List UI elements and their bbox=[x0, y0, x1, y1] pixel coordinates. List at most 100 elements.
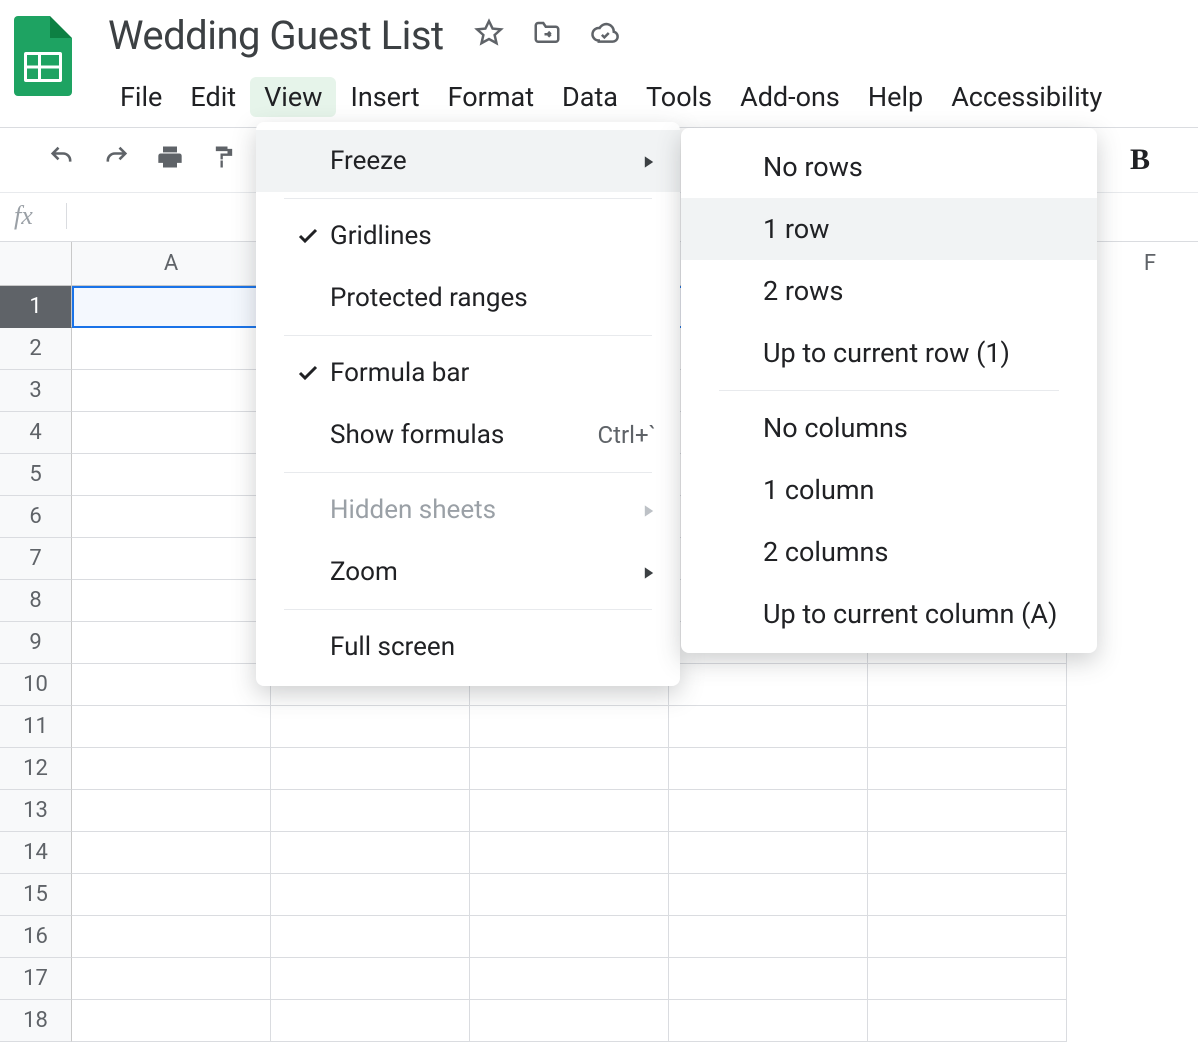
star-icon[interactable] bbox=[474, 18, 504, 54]
cell[interactable] bbox=[470, 832, 669, 874]
menu-data[interactable]: Data bbox=[548, 77, 632, 117]
cell[interactable] bbox=[470, 916, 669, 958]
cell[interactable] bbox=[271, 1000, 470, 1042]
cell[interactable] bbox=[72, 664, 271, 706]
freeze-item-1-column[interactable]: 1 column bbox=[681, 459, 1097, 521]
cell[interactable] bbox=[72, 706, 271, 748]
cell[interactable] bbox=[868, 832, 1067, 874]
cell[interactable] bbox=[72, 370, 271, 412]
row-header-10[interactable]: 10 bbox=[0, 664, 72, 706]
row-header-6[interactable]: 6 bbox=[0, 496, 72, 538]
view-item-show-formulas[interactable]: Show formulasCtrl+` bbox=[256, 404, 680, 466]
menu-help[interactable]: Help bbox=[854, 77, 937, 117]
cell[interactable] bbox=[271, 874, 470, 916]
sheets-app-icon[interactable] bbox=[14, 16, 72, 96]
row-header-8[interactable]: 8 bbox=[0, 580, 72, 622]
view-item-zoom[interactable]: Zoom bbox=[256, 541, 680, 603]
cell[interactable] bbox=[669, 874, 868, 916]
menu-view[interactable]: View bbox=[250, 77, 336, 117]
menu-add-ons[interactable]: Add-ons bbox=[726, 77, 854, 117]
row-header-13[interactable]: 13 bbox=[0, 790, 72, 832]
row-header-11[interactable]: 11 bbox=[0, 706, 72, 748]
cell[interactable] bbox=[72, 286, 271, 328]
cell[interactable] bbox=[868, 958, 1067, 1000]
menu-edit[interactable]: Edit bbox=[176, 77, 250, 117]
view-item-freeze[interactable]: Freeze bbox=[256, 130, 680, 192]
menu-insert[interactable]: Insert bbox=[336, 77, 433, 117]
freeze-item-up-to-current-column-a[interactable]: Up to current column (A) bbox=[681, 583, 1097, 645]
row-header-15[interactable]: 15 bbox=[0, 874, 72, 916]
cell[interactable] bbox=[271, 916, 470, 958]
cell[interactable] bbox=[72, 496, 271, 538]
cell[interactable] bbox=[72, 832, 271, 874]
cell[interactable] bbox=[470, 958, 669, 1000]
cell[interactable] bbox=[470, 874, 669, 916]
cell[interactable] bbox=[868, 916, 1067, 958]
row-header-3[interactable]: 3 bbox=[0, 370, 72, 412]
cell[interactable] bbox=[669, 916, 868, 958]
cell[interactable] bbox=[669, 1000, 868, 1042]
menu-tools[interactable]: Tools bbox=[632, 77, 726, 117]
cell[interactable] bbox=[669, 664, 868, 706]
select-all-corner[interactable] bbox=[0, 242, 72, 286]
cell[interactable] bbox=[72, 538, 271, 580]
view-item-gridlines[interactable]: Gridlines bbox=[256, 205, 680, 267]
menu-accessibility[interactable]: Accessibility bbox=[937, 77, 1116, 117]
row-header-18[interactable]: 18 bbox=[0, 1000, 72, 1042]
cell[interactable] bbox=[868, 790, 1067, 832]
cloud-saved-icon[interactable] bbox=[590, 18, 620, 54]
column-header-A[interactable]: A bbox=[72, 242, 271, 286]
cell[interactable] bbox=[470, 790, 669, 832]
cell[interactable] bbox=[271, 706, 470, 748]
freeze-item-no-columns[interactable]: No columns bbox=[681, 397, 1097, 459]
cell[interactable] bbox=[72, 874, 271, 916]
cell[interactable] bbox=[72, 328, 271, 370]
cell[interactable] bbox=[72, 748, 271, 790]
redo-icon[interactable] bbox=[102, 143, 130, 177]
cell[interactable] bbox=[669, 832, 868, 874]
column-header-F[interactable]: F bbox=[1120, 242, 1180, 286]
row-header-1[interactable]: 1 bbox=[0, 286, 72, 328]
cell[interactable] bbox=[271, 958, 470, 1000]
row-header-16[interactable]: 16 bbox=[0, 916, 72, 958]
cell[interactable] bbox=[669, 958, 868, 1000]
cell[interactable] bbox=[868, 706, 1067, 748]
menu-file[interactable]: File bbox=[106, 77, 176, 117]
cell[interactable] bbox=[271, 748, 470, 790]
cell[interactable] bbox=[868, 874, 1067, 916]
row-header-4[interactable]: 4 bbox=[0, 412, 72, 454]
cell[interactable] bbox=[72, 790, 271, 832]
cell[interactable] bbox=[271, 832, 470, 874]
row-header-5[interactable]: 5 bbox=[0, 454, 72, 496]
move-to-folder-icon[interactable] bbox=[532, 18, 562, 54]
freeze-item-2-columns[interactable]: 2 columns bbox=[681, 521, 1097, 583]
row-header-17[interactable]: 17 bbox=[0, 958, 72, 1000]
cell[interactable] bbox=[868, 748, 1067, 790]
freeze-item-up-to-current-row-1[interactable]: Up to current row (1) bbox=[681, 322, 1097, 384]
cell[interactable] bbox=[72, 454, 271, 496]
paint-format-icon[interactable] bbox=[210, 143, 238, 177]
print-icon[interactable] bbox=[156, 143, 184, 177]
row-header-7[interactable]: 7 bbox=[0, 538, 72, 580]
document-title[interactable]: Wedding Guest List bbox=[106, 12, 446, 59]
view-item-protected-ranges[interactable]: Protected ranges bbox=[256, 267, 680, 329]
cell[interactable] bbox=[72, 622, 271, 664]
cell[interactable] bbox=[669, 706, 868, 748]
menu-format[interactable]: Format bbox=[434, 77, 548, 117]
cell[interactable] bbox=[271, 790, 470, 832]
undo-icon[interactable] bbox=[48, 143, 76, 177]
view-item-full-screen[interactable]: Full screen bbox=[256, 616, 680, 678]
row-header-2[interactable]: 2 bbox=[0, 328, 72, 370]
cell[interactable] bbox=[868, 1000, 1067, 1042]
freeze-item-1-row[interactable]: 1 row bbox=[681, 198, 1097, 260]
cell[interactable] bbox=[470, 748, 669, 790]
row-header-14[interactable]: 14 bbox=[0, 832, 72, 874]
view-item-formula-bar[interactable]: Formula bar bbox=[256, 342, 680, 404]
cell[interactable] bbox=[72, 580, 271, 622]
cell[interactable] bbox=[868, 664, 1067, 706]
row-header-9[interactable]: 9 bbox=[0, 622, 72, 664]
freeze-item-no-rows[interactable]: No rows bbox=[681, 136, 1097, 198]
cell[interactable] bbox=[470, 706, 669, 748]
cell[interactable] bbox=[72, 958, 271, 1000]
freeze-item-2-rows[interactable]: 2 rows bbox=[681, 260, 1097, 322]
